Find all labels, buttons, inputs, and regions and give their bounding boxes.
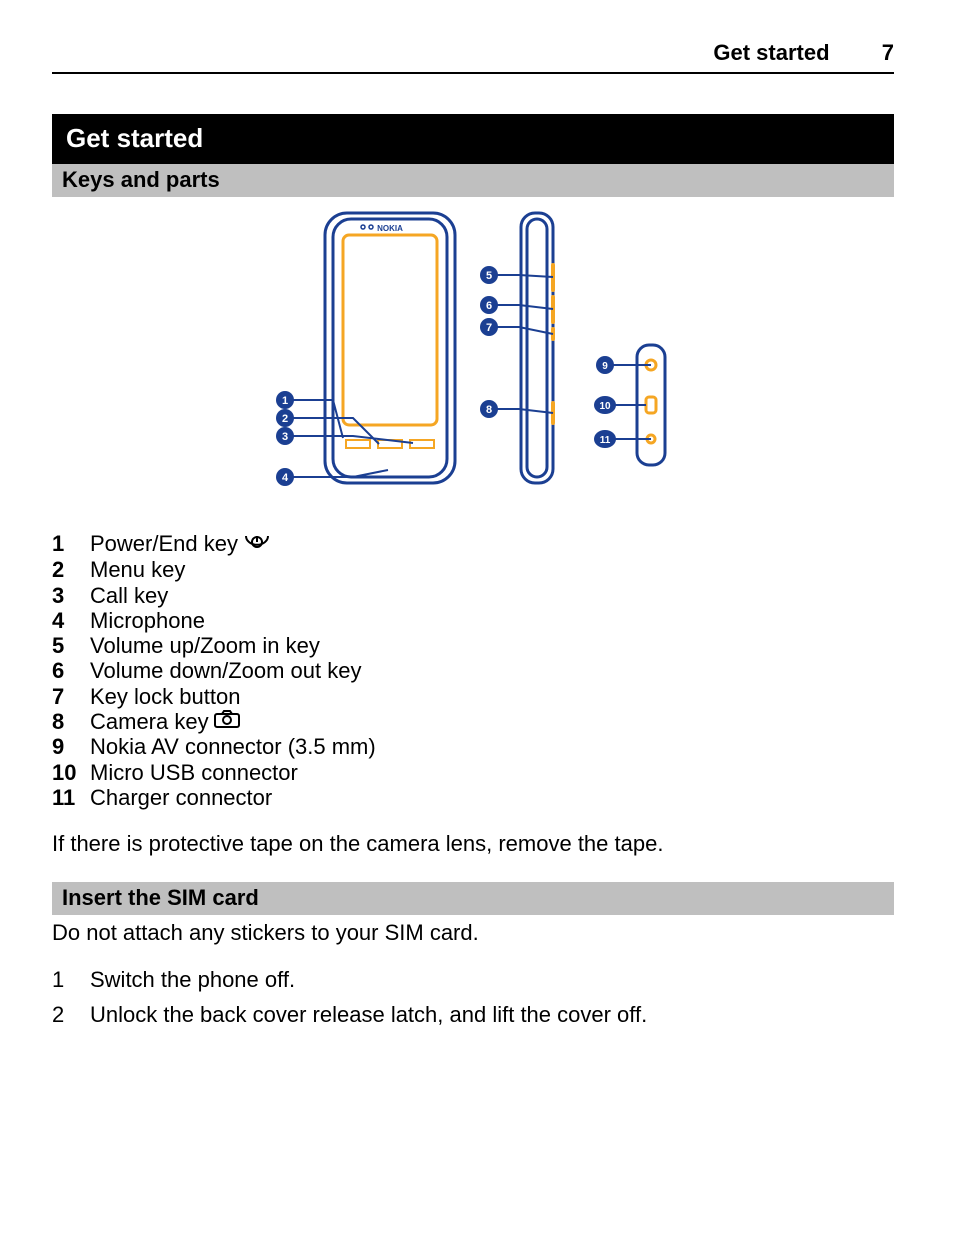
step-item: 2 Unlock the back cover release latch, a…: [52, 997, 894, 1032]
svg-text:9: 9: [602, 361, 608, 372]
svg-text:7: 7: [486, 322, 492, 334]
part-label: Menu key: [90, 557, 185, 582]
svg-text:8: 8: [486, 404, 492, 416]
step-text: Unlock the back cover release latch, and…: [90, 997, 647, 1032]
part-label: Key lock button: [90, 684, 240, 709]
parts-list-item: 7 Key lock button: [52, 684, 894, 709]
chapter-title: Get started: [52, 114, 894, 164]
step-item: 1 Switch the phone off.: [52, 962, 894, 997]
parts-list-item: 10 Micro USB connector: [52, 760, 894, 785]
part-number: 3: [52, 583, 90, 608]
power-end-icon: [242, 530, 272, 557]
section-keys-and-parts-title: Keys and parts: [52, 164, 894, 197]
parts-list-item: 5 Volume up/Zoom in key: [52, 633, 894, 658]
part-label: Volume down/Zoom out key: [90, 658, 361, 683]
part-number: 10: [52, 760, 90, 785]
sim-steps-list: 1 Switch the phone off. 2 Unlock the bac…: [52, 962, 894, 1032]
running-header: Get started 7: [52, 40, 894, 74]
svg-text:11: 11: [600, 435, 611, 446]
section-insert-sim-title: Insert the SIM card: [52, 882, 894, 915]
svg-text:1: 1: [282, 395, 288, 407]
section1-title-text: Keys and parts: [62, 167, 220, 192]
parts-list-item: 3 Call key: [52, 583, 894, 608]
step-number: 1: [52, 962, 90, 997]
part-label: Nokia AV connector (3.5 mm): [90, 734, 376, 759]
part-number: 9: [52, 734, 90, 759]
step-number: 2: [52, 997, 90, 1032]
svg-text:10: 10: [599, 401, 611, 412]
svg-text:3: 3: [282, 431, 288, 443]
brand-label: NOKIA: [377, 224, 403, 233]
sim-intro: Do not attach any stickers to your SIM c…: [52, 919, 894, 947]
running-title: Get started: [713, 40, 829, 65]
page-number: 7: [854, 40, 894, 66]
part-number: 2: [52, 557, 90, 582]
parts-list-item: 2 Menu key: [52, 557, 894, 582]
svg-text:2: 2: [282, 413, 288, 425]
page: Get started 7 Get started Keys and parts…: [0, 0, 954, 1258]
part-label: Call key: [90, 583, 168, 608]
part-number: 7: [52, 684, 90, 709]
parts-list-item: 9 Nokia AV connector (3.5 mm): [52, 734, 894, 759]
part-number: 8: [52, 709, 90, 734]
part-label: Power/End key: [90, 531, 238, 556]
part-label: Micro USB connector: [90, 760, 298, 785]
phone-diagram-svg: NOKIA 1 2 3 4: [253, 205, 693, 505]
section2-title-text: Insert the SIM card: [62, 885, 259, 910]
part-number: 6: [52, 658, 90, 683]
parts-list-item: 11 Charger connector: [52, 785, 894, 810]
part-label: Camera key: [90, 709, 209, 734]
svg-text:5: 5: [486, 270, 492, 282]
camera-lens-note: If there is protective tape on the camer…: [52, 830, 894, 858]
parts-list: 1 Power/End key 2 Menu key 3 Call key 4 …: [52, 530, 894, 810]
camera-icon: [213, 709, 241, 734]
svg-text:6: 6: [486, 300, 492, 312]
step-text: Switch the phone off.: [90, 962, 295, 997]
part-number: 11: [52, 785, 90, 810]
svg-text:4: 4: [282, 472, 289, 484]
parts-list-item: 8 Camera key: [52, 709, 894, 734]
part-label: Microphone: [90, 608, 205, 633]
keys-and-parts-diagram: NOKIA 1 2 3 4: [52, 205, 894, 510]
part-label: Volume up/Zoom in key: [90, 633, 320, 658]
parts-list-item: 1 Power/End key: [52, 530, 894, 557]
chapter-title-text: Get started: [66, 123, 203, 153]
parts-list-item: 4 Microphone: [52, 608, 894, 633]
part-number: 4: [52, 608, 90, 633]
part-number: 1: [52, 531, 90, 556]
part-number: 5: [52, 633, 90, 658]
part-label: Charger connector: [90, 785, 272, 810]
parts-list-item: 6 Volume down/Zoom out key: [52, 658, 894, 683]
